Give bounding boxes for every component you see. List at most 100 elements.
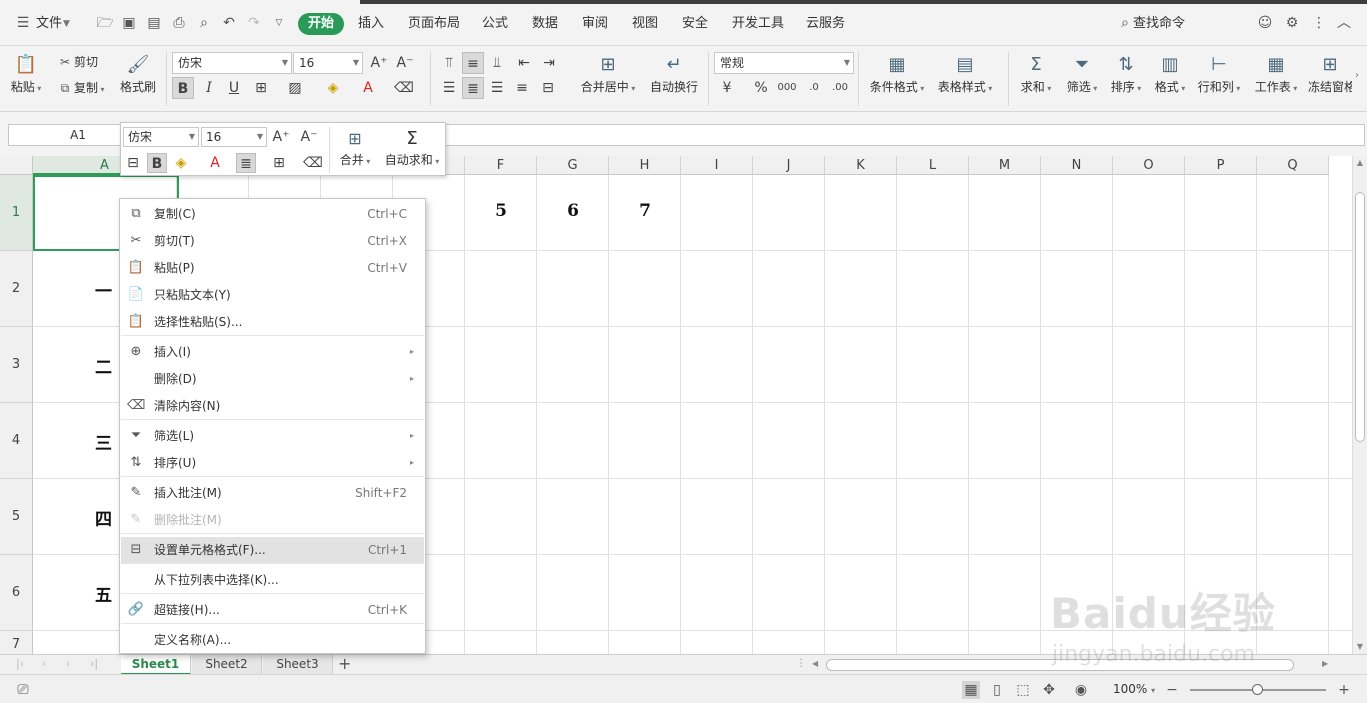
open-icon[interactable]: 🗁 bbox=[96, 14, 114, 32]
border-icon[interactable]: ⊞ bbox=[250, 77, 272, 99]
file-menu[interactable]: 文件 bbox=[36, 14, 62, 34]
menu-item-sort[interactable]: ⇅ 排序(U) ▸ bbox=[121, 450, 424, 476]
fill-color-icon[interactable]: ◈ bbox=[322, 77, 344, 99]
sum-button[interactable]: Σ 求和 ▾ bbox=[1016, 52, 1056, 95]
increase-font-icon[interactable]: A⁺ bbox=[368, 52, 390, 74]
first-sheet-icon[interactable]: |‹ bbox=[16, 657, 24, 670]
fill-pattern-icon[interactable]: ▨ bbox=[284, 77, 306, 99]
tab-page-layout[interactable]: 页面布局 bbox=[408, 14, 460, 34]
row-header-7[interactable]: 7 bbox=[0, 631, 33, 654]
decrease-decimal-icon[interactable]: .00 bbox=[829, 77, 851, 99]
table-style-button[interactable]: ▤ 表格样式 ▾ bbox=[934, 52, 996, 95]
export-pdf-icon[interactable]: ▤ bbox=[145, 14, 163, 32]
menu-item-cut[interactable]: ✂ 剪切(T) Ctrl+X bbox=[121, 228, 424, 254]
sort-button[interactable]: ⇅ 排序 ▾ bbox=[1106, 52, 1146, 95]
next-sheet-icon[interactable]: › bbox=[66, 657, 70, 670]
number-format-select[interactable]: 常规 ▼ bbox=[714, 52, 854, 74]
cut-button[interactable]: ✂ 剪切 bbox=[56, 52, 98, 72]
menu-item-insert-comment[interactable]: ✎ 插入批注(M) Shift+F2 bbox=[121, 480, 424, 506]
column-header-Q[interactable]: Q bbox=[1257, 156, 1329, 175]
mini-fill-color-icon[interactable]: ◈ bbox=[171, 153, 191, 173]
redo-icon[interactable]: ↷ bbox=[245, 14, 263, 32]
eye-protection-icon[interactable]: ◉ bbox=[1072, 681, 1090, 699]
row-header-4[interactable]: 4 bbox=[0, 403, 33, 479]
mini-border-icon[interactable]: ⊞ bbox=[269, 153, 289, 173]
column-header-N[interactable]: N bbox=[1041, 156, 1113, 175]
collapse-ribbon-icon[interactable]: ︿ bbox=[1335, 14, 1353, 32]
percent-icon[interactable]: % bbox=[750, 77, 772, 99]
tab-cloud[interactable]: 云服务 bbox=[806, 14, 845, 34]
cell-F1[interactable]: 5 bbox=[465, 201, 537, 221]
mini-autosum-button[interactable]: Σ 自动求和 ▾ bbox=[381, 127, 443, 168]
zoom-in-icon[interactable]: + bbox=[1335, 681, 1353, 699]
mini-clear-icon[interactable]: ⌫ bbox=[303, 153, 323, 173]
font-name-select[interactable]: 仿宋 ▼ bbox=[172, 52, 292, 74]
cell-A2[interactable]: 一 bbox=[95, 277, 112, 302]
scroll-up-icon[interactable]: ▲ bbox=[1355, 158, 1365, 167]
add-sheet-icon[interactable]: + bbox=[338, 654, 351, 673]
search-icon[interactable]: ⌕ bbox=[1116, 14, 1134, 32]
cell-A4[interactable]: 三 bbox=[95, 429, 112, 454]
row-header-1[interactable]: 1 bbox=[0, 175, 33, 251]
menu-item-hyperlink[interactable]: 🔗 超链接(H)... Ctrl+K bbox=[121, 597, 424, 623]
column-header-P[interactable]: P bbox=[1185, 156, 1257, 175]
column-header-F[interactable]: F bbox=[465, 156, 537, 175]
mini-format-icon[interactable]: ⊟ bbox=[123, 153, 143, 173]
column-header-L[interactable]: L bbox=[897, 156, 969, 175]
cell-A5[interactable]: 四 bbox=[95, 505, 112, 530]
gear-icon[interactable]: ⚙ bbox=[1283, 14, 1301, 32]
column-header-I[interactable]: I bbox=[681, 156, 753, 175]
align-left-icon[interactable]: ☰ bbox=[438, 77, 460, 99]
clear-format-icon[interactable]: ⌫ bbox=[393, 77, 415, 99]
column-header-K[interactable]: K bbox=[825, 156, 897, 175]
print-preview-icon[interactable]: ⌕ bbox=[195, 14, 213, 32]
column-header-G[interactable]: G bbox=[537, 156, 609, 175]
column-header-J[interactable]: J bbox=[753, 156, 825, 175]
filter-button[interactable]: ⏷ 筛选 ▾ bbox=[1062, 52, 1102, 95]
mini-merge-button[interactable]: ⊞ 合并 ▾ bbox=[335, 127, 375, 168]
mini-align-center-icon[interactable]: ≣ bbox=[236, 153, 256, 173]
zoom-out-icon[interactable]: − bbox=[1163, 681, 1181, 699]
prev-sheet-icon[interactable]: ‹ bbox=[42, 657, 46, 670]
align-center-icon[interactable]: ≣ bbox=[462, 77, 484, 99]
tab-data[interactable]: 数据 bbox=[532, 14, 558, 34]
mini-decrease-font-icon[interactable]: A⁻ bbox=[299, 127, 319, 147]
font-color-icon[interactable]: A bbox=[357, 77, 379, 99]
row-col-button[interactable]: ⊢ 行和列 ▾ bbox=[1196, 52, 1242, 95]
page-layout-view-icon[interactable]: ▯ bbox=[988, 681, 1006, 699]
tab-security[interactable]: 安全 bbox=[682, 14, 708, 34]
feedback-icon[interactable]: ☺ bbox=[1256, 14, 1274, 32]
conditional-format-button[interactable]: ▦ 条件格式 ▾ bbox=[866, 52, 928, 95]
indent-decrease-icon[interactable]: ⇤ bbox=[513, 52, 535, 74]
ribbon-scroll-right-icon[interactable]: › bbox=[1355, 70, 1359, 81]
cell-A3[interactable]: 二 bbox=[95, 353, 112, 378]
align-top-icon[interactable]: ⫪ bbox=[438, 52, 460, 74]
row-header-2[interactable]: 2 bbox=[0, 251, 33, 327]
menu-item-format-cells[interactable]: ⊟ 设置单元格格式(F)... Ctrl+1 bbox=[121, 537, 424, 563]
scroll-down-icon[interactable]: ▼ bbox=[1355, 642, 1365, 651]
menu-item-delete[interactable]: 删除(D) ▸ bbox=[121, 366, 424, 392]
formula-input[interactable] bbox=[440, 124, 1365, 146]
last-sheet-icon[interactable]: ›| bbox=[90, 657, 98, 670]
underline-button[interactable]: U bbox=[223, 77, 245, 99]
menu-item-define-name[interactable]: 定义名称(A)... bbox=[121, 627, 424, 653]
increase-decimal-icon[interactable]: .0 bbox=[803, 77, 825, 99]
more-icon[interactable]: ⋮ bbox=[1310, 14, 1328, 32]
indent-increase-icon[interactable]: ⇥ bbox=[538, 52, 560, 74]
select-all-corner[interactable] bbox=[0, 156, 33, 175]
row-header-3[interactable]: 3 bbox=[0, 327, 33, 403]
menu-item-clear-contents[interactable]: ⌫ 清除内容(N) bbox=[121, 393, 424, 419]
row-header-6[interactable]: 6 bbox=[0, 555, 33, 631]
cell-H1[interactable]: 7 bbox=[609, 201, 681, 221]
column-header-O[interactable]: O bbox=[1113, 156, 1185, 175]
format-painter-button[interactable]: 🖌 格式刷 bbox=[118, 52, 158, 95]
justify-icon[interactable]: ≡ bbox=[511, 77, 533, 99]
column-header-M[interactable]: M bbox=[969, 156, 1041, 175]
search-command[interactable]: 查找命令 bbox=[1133, 14, 1185, 34]
paste-button[interactable]: 📋 粘贴 ▾ bbox=[10, 52, 42, 95]
undo-icon[interactable]: ↶ bbox=[220, 14, 238, 32]
sheet-tab-1[interactable]: Sheet1 bbox=[121, 655, 191, 675]
scroll-right-icon[interactable]: ▶ bbox=[1322, 659, 1328, 668]
align-middle-icon[interactable]: ≡ bbox=[462, 52, 484, 74]
menu-item-paste-special[interactable]: 📋 选择性粘贴(S)... bbox=[121, 309, 424, 335]
